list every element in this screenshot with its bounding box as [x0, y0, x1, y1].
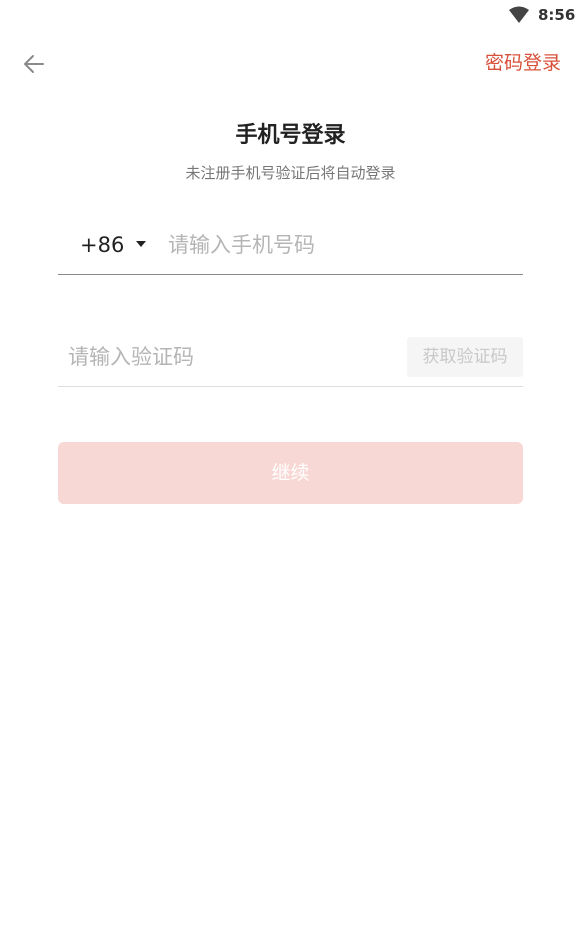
login-screen: 8:56 密码登录 手机号登录 未注册手机号验证后将自动登录 +86 获取验证码… [0, 0, 581, 930]
caret-down-icon[interactable] [136, 240, 146, 248]
wifi-icon [509, 6, 529, 23]
phone-input[interactable] [168, 228, 508, 262]
page-subtitle: 未注册手机号验证后将自动登录 [185, 164, 396, 182]
arrow-left-icon [24, 55, 44, 73]
code-field-row: 获取验证码 [58, 330, 523, 387]
verification-code-input[interactable] [68, 340, 388, 374]
get-code-button[interactable]: 获取验证码 [407, 337, 523, 377]
country-code-selector[interactable]: +86 [80, 230, 124, 260]
password-login-link[interactable]: 密码登录 [485, 48, 561, 78]
back-button[interactable] [18, 48, 50, 80]
page-title: 手机号登录 [235, 123, 346, 148]
status-bar: 8:56 [0, 0, 581, 30]
phone-field-row: +86 [58, 216, 523, 275]
status-time: 8:56 [538, 6, 576, 24]
continue-button[interactable]: 继续 [58, 442, 523, 504]
